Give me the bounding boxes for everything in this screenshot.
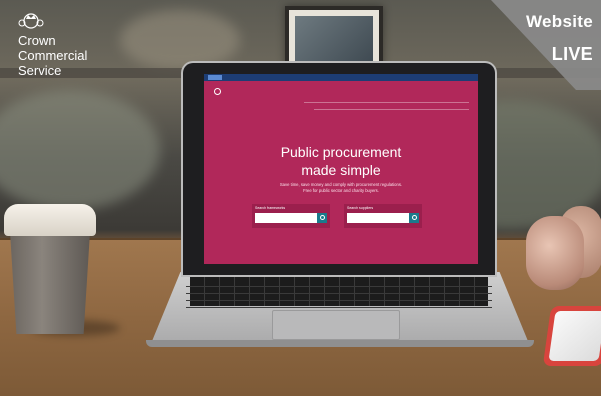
coffee-cup-lid — [4, 204, 96, 236]
crown-crest-icon — [18, 13, 44, 29]
site-banner — [204, 74, 478, 81]
smartphone — [542, 306, 601, 366]
search-suppliers-label: Search suppliers — [347, 206, 374, 210]
logo-text-line: Commercial — [18, 48, 88, 63]
badge-text-website: Website — [526, 12, 593, 31]
hero-title: Public procurement — [280, 144, 402, 160]
beta-tag — [208, 75, 222, 80]
logo-text-line: Crown — [18, 33, 56, 48]
headphones-earcup — [526, 216, 584, 290]
laptop-base-front — [146, 340, 534, 347]
logo-text-line: Service — [18, 63, 62, 78]
site-logo — [214, 88, 221, 96]
background-blur — [120, 10, 240, 70]
laptop-keyboard-rows — [186, 280, 492, 308]
photo-scene: Crown Commercial Service Website LIVE Pu… — [0, 0, 601, 396]
coffee-cup — [10, 232, 90, 334]
search-icon — [317, 213, 327, 223]
site-nav — [304, 102, 469, 116]
search-frameworks-label: Search frameworks — [255, 206, 286, 210]
badge-text-live: LIVE — [551, 44, 593, 64]
laptop-trackpad — [272, 310, 400, 340]
search-suppliers-input — [347, 213, 409, 223]
search-icon — [409, 213, 419, 223]
hero-subtitle: Free for public sector and charity buyer… — [303, 188, 379, 193]
background-blur — [0, 90, 160, 210]
hero-title: made simple — [301, 162, 381, 178]
search-frameworks-block: Search frameworks — [252, 204, 330, 228]
search-suppliers-block: Search suppliers — [344, 204, 422, 228]
search-frameworks-input — [255, 213, 317, 223]
laptop-screen-website: Public procurement made simple Save time… — [204, 74, 478, 264]
